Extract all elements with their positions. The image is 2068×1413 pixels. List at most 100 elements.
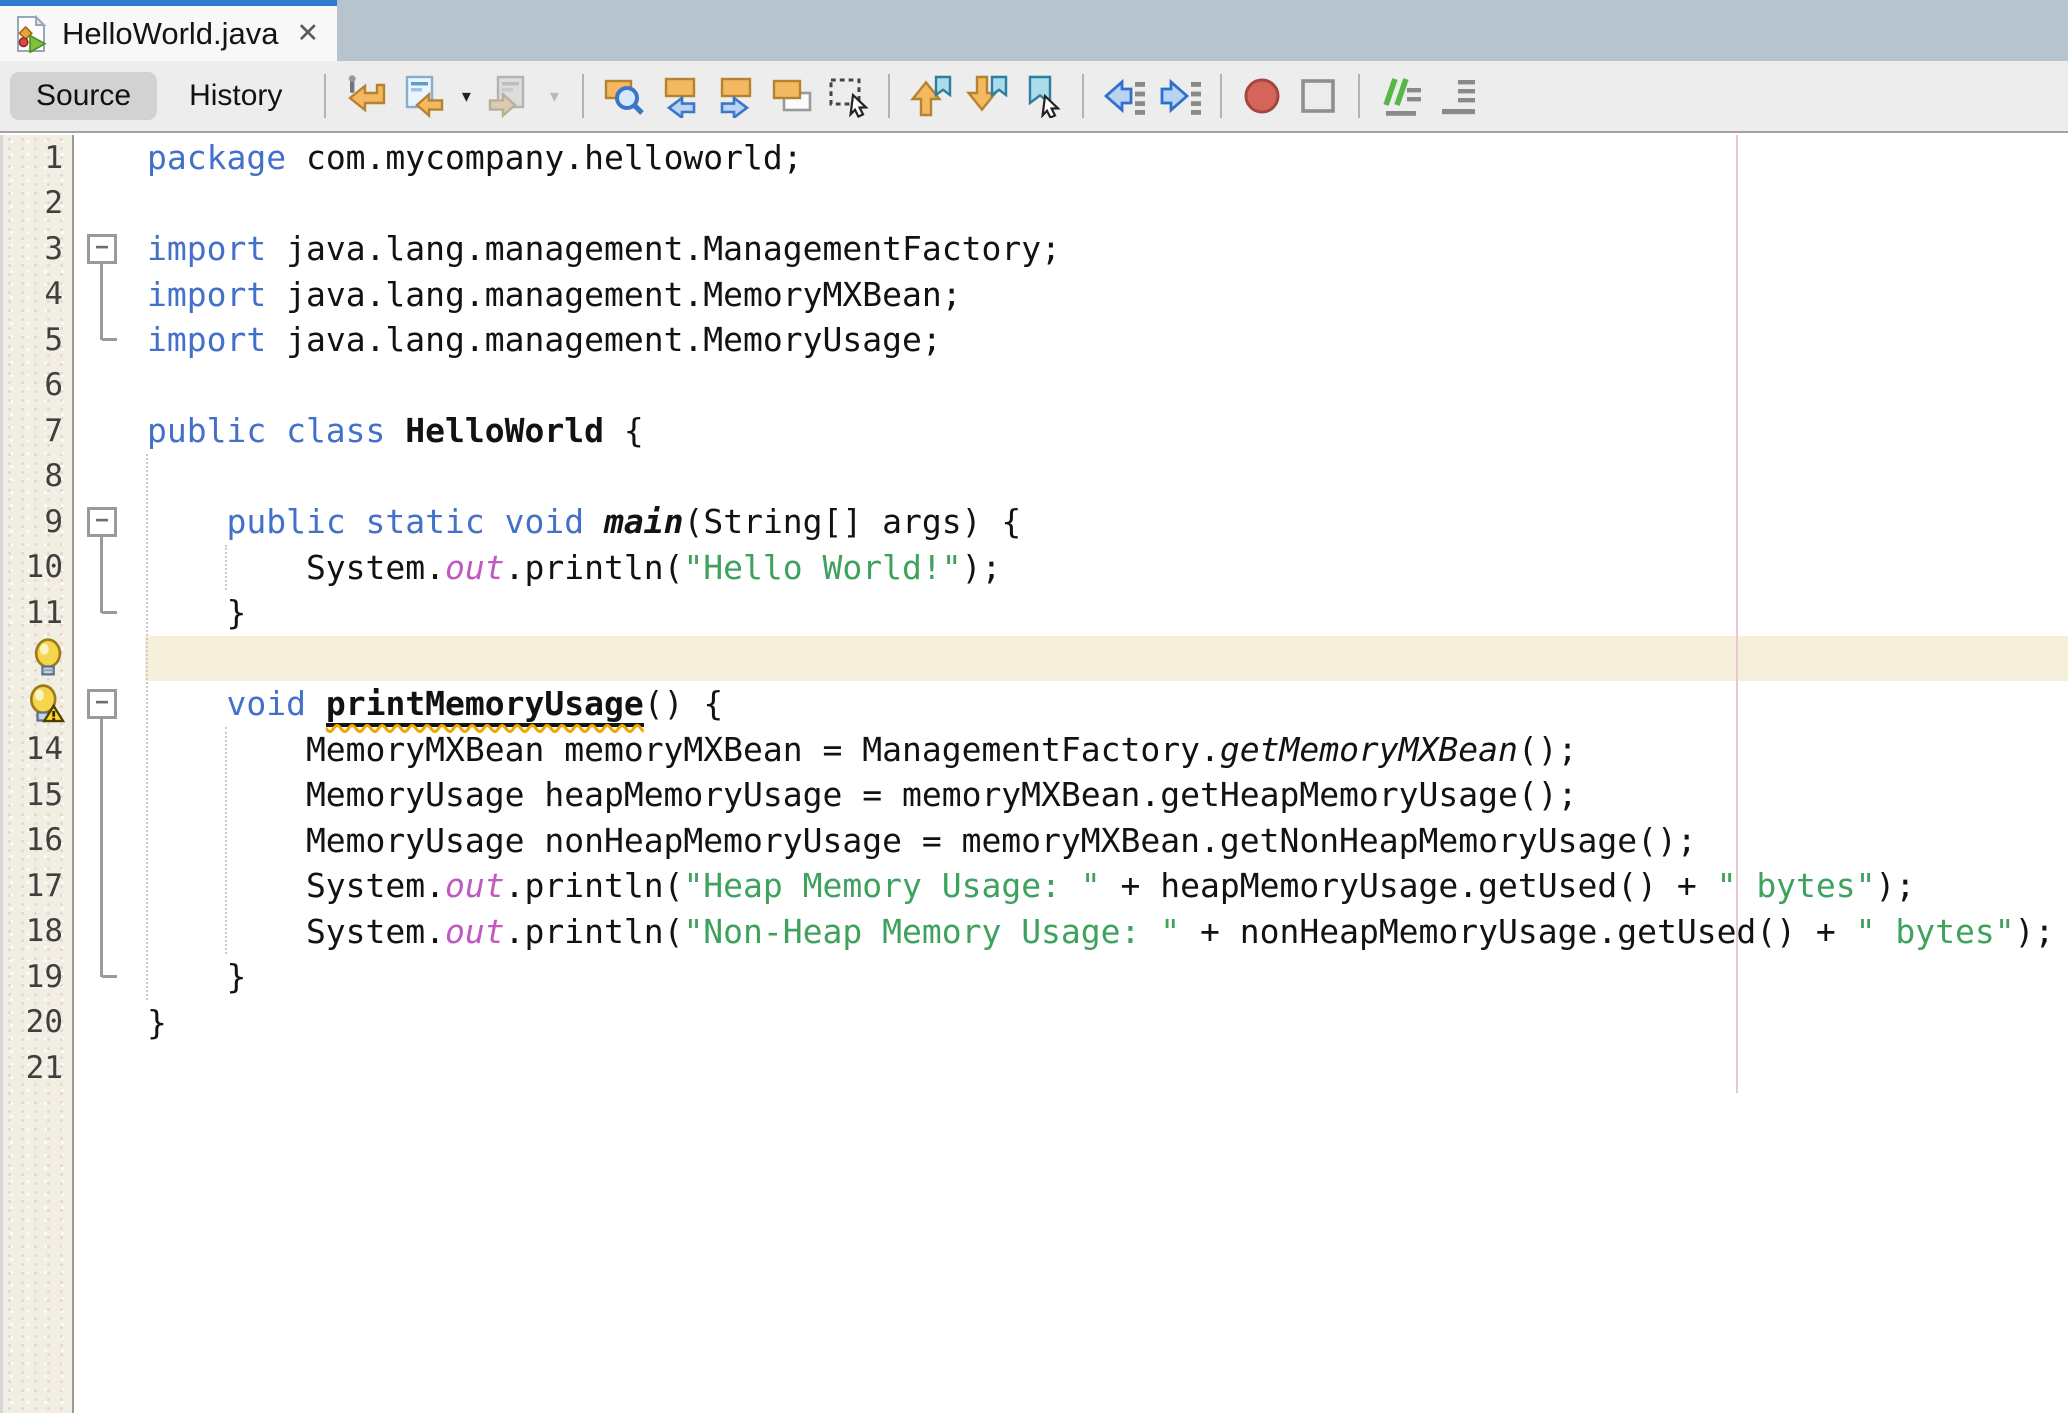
forward-icon: [488, 74, 532, 118]
code-line-1[interactable]: package com.mycompany.helloworld;: [147, 135, 2068, 181]
history-view-button[interactable]: History: [161, 79, 310, 113]
comment-button[interactable]: [1374, 70, 1426, 122]
code-token: import: [147, 229, 266, 268]
lightbulb-warning-icon: [29, 684, 65, 724]
toggle-rectangular-selection-button[interactable]: [822, 70, 874, 122]
code-token: public class: [147, 411, 385, 450]
code-line-17[interactable]: System.out.println("Heap Memory Usage: "…: [147, 863, 2068, 909]
code-token: }: [147, 1003, 167, 1042]
last-edit-location-button[interactable]: [340, 70, 392, 122]
stop-macro-recording-icon: [1296, 74, 1340, 118]
source-view-button[interactable]: Source: [10, 72, 157, 120]
code-token: + nonHeapMemoryUsage.getUsed() +: [1180, 912, 1856, 951]
code-line-16[interactable]: MemoryUsage nonHeapMemoryUsage = memoryM…: [147, 818, 2068, 864]
line-number: 21: [3, 1045, 72, 1091]
code-token: .println(: [505, 548, 684, 587]
code-token: () {: [644, 684, 723, 723]
toolbar-separator: [1082, 74, 1084, 118]
code-area[interactable]: package com.mycompany.helloworld; import …: [74, 135, 2068, 1413]
code-line-11[interactable]: }: [147, 590, 2068, 636]
code-line-3[interactable]: import java.lang.management.ManagementFa…: [147, 226, 2068, 272]
code-token: MemoryUsage nonHeapMemoryUsage = memoryM…: [147, 821, 1697, 860]
code-token: out: [445, 548, 505, 587]
code-token: " bytes": [1717, 866, 1876, 905]
toolbar-separator: [888, 74, 890, 118]
code-line-7[interactable]: public class HelloWorld {: [147, 408, 2068, 454]
lightbulb-warning-icon[interactable]: [3, 681, 72, 727]
back-dropdown-button[interactable]: ▾: [452, 70, 480, 122]
line-number: 9: [3, 499, 72, 545]
lightbulb-hint-icon[interactable]: [3, 636, 72, 682]
line-number: 3: [3, 226, 72, 272]
line-number: 19: [3, 954, 72, 1000]
uncomment-button[interactable]: [1430, 70, 1482, 122]
line-number: 16: [3, 818, 72, 864]
code-line-19[interactable]: }: [147, 954, 2068, 1000]
right-margin-line: [1736, 135, 1738, 1093]
line-number: 18: [3, 909, 72, 955]
code-token: MemoryMXBean memoryMXBean = ManagementFa…: [147, 730, 1220, 769]
code-token: .println(: [505, 866, 684, 905]
toggle-highlight-search-button[interactable]: [766, 70, 818, 122]
comment-icon: [1378, 74, 1422, 118]
code-line-20[interactable]: }: [147, 1000, 2068, 1046]
stop-macro-recording-button[interactable]: [1292, 70, 1344, 122]
code-line-18[interactable]: System.out.println("Non-Heap Memory Usag…: [147, 909, 2068, 955]
last-edit-location-icon: [344, 74, 388, 118]
toolbar-separator: [1220, 74, 1222, 118]
code-token: import: [147, 320, 266, 359]
code-token: {: [604, 411, 644, 450]
toggle-highlight-search-icon: [770, 74, 814, 118]
code-line-15[interactable]: MemoryUsage heapMemoryUsage = memoryMXBe…: [147, 772, 2068, 818]
start-macro-recording-button[interactable]: [1236, 70, 1288, 122]
toggle-rectangular-selection-icon: [826, 74, 870, 118]
code-token: [306, 684, 326, 723]
code-line-21[interactable]: [147, 1045, 2068, 1091]
next-bookmark-icon: [964, 74, 1008, 118]
code-line-14[interactable]: MemoryMXBean memoryMXBean = ManagementFa…: [147, 727, 2068, 773]
code-token: }: [147, 957, 246, 996]
tab-helloworld-java[interactable]: HelloWorld.java ✕: [0, 0, 337, 61]
code-line-5[interactable]: import java.lang.management.MemoryUsage;: [147, 317, 2068, 363]
code-token: System.: [147, 866, 445, 905]
tab-title: HelloWorld.java: [62, 16, 279, 52]
previous-bookmark-icon: [908, 74, 952, 118]
code-line-12[interactable]: [147, 636, 2068, 682]
code-line-8[interactable]: [147, 454, 2068, 500]
code-token: " bytes": [1856, 912, 2015, 951]
code-token: );: [1876, 866, 1916, 905]
next-bookmark-button[interactable]: [960, 70, 1012, 122]
code-line-6[interactable]: [147, 363, 2068, 409]
code-token: "Non-Heap Memory Usage: ": [683, 912, 1180, 951]
code-token: System.: [147, 548, 445, 587]
code-token: package: [147, 138, 286, 177]
line-number: 6: [3, 363, 72, 409]
code-token: System.: [147, 912, 445, 951]
toolbar-separator: [582, 74, 584, 118]
code-token: void: [226, 684, 305, 723]
tab-close-icon[interactable]: ✕: [297, 20, 320, 47]
toggle-bookmark-icon: [1020, 74, 1064, 118]
code-token: com.mycompany.helloworld;: [286, 138, 803, 177]
code-line-13[interactable]: void printMemoryUsage() {: [147, 681, 2068, 727]
code-line-9[interactable]: public static void main(String[] args) {: [147, 499, 2068, 545]
toolbar-separator: [1358, 74, 1360, 118]
code-line-10[interactable]: System.out.println("Hello World!");: [147, 545, 2068, 591]
find-selection-button[interactable]: [598, 70, 650, 122]
code-line-4[interactable]: import java.lang.management.MemoryMXBean…: [147, 272, 2068, 318]
previous-bookmark-button[interactable]: [904, 70, 956, 122]
line-number: 11: [3, 590, 72, 636]
code-token: [385, 411, 405, 450]
toggle-bookmark-button[interactable]: [1016, 70, 1068, 122]
find-next-occurrence-button[interactable]: [710, 70, 762, 122]
code-line-2[interactable]: [147, 181, 2068, 227]
code-token: + heapMemoryUsage.getUsed() +: [1101, 866, 1717, 905]
back-button[interactable]: [396, 70, 448, 122]
shift-line-left-button[interactable]: [1098, 70, 1150, 122]
find-previous-occurrence-button[interactable]: [654, 70, 706, 122]
editor-pane: 1234567891011 1415161718192021 package c…: [0, 135, 2068, 1413]
shift-line-right-button[interactable]: [1154, 70, 1206, 122]
line-number: 1: [3, 135, 72, 181]
editor-window: HelloWorld.java ✕ Source History ▾: [0, 0, 2068, 1413]
code-token: java.lang.management.MemoryUsage;: [266, 320, 942, 359]
